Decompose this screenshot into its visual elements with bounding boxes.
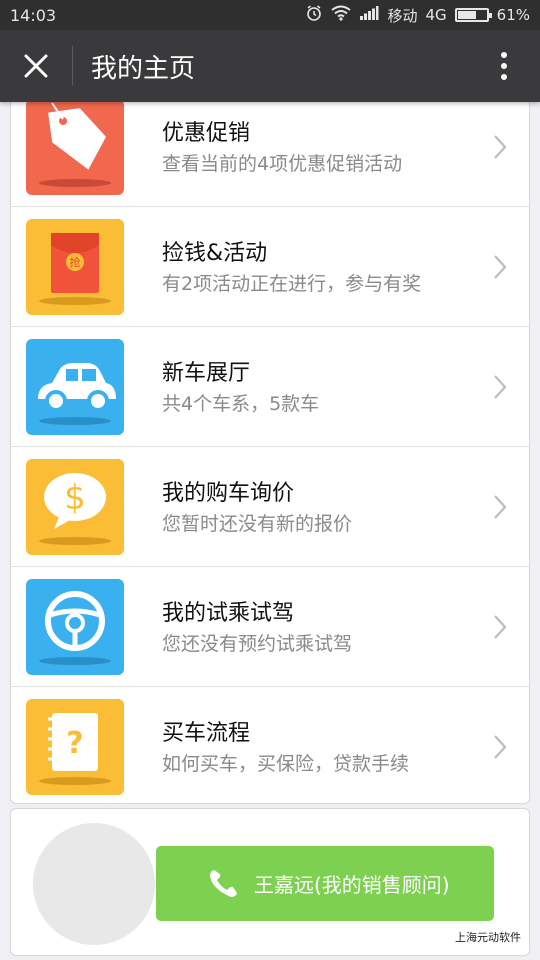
call-consultant-button[interactable]: 王嘉远(我的销售顾问) <box>156 846 494 921</box>
phone-icon <box>210 869 237 897</box>
steering-wheel-icon <box>26 579 124 675</box>
alarm-icon <box>305 4 323 26</box>
list-item-promotions[interactable]: 优惠促销 查看当前的4项优惠促销活动 <box>11 87 529 207</box>
more-vert-icon <box>501 52 507 80</box>
car-icon <box>26 339 124 435</box>
close-button[interactable] <box>0 30 72 102</box>
page-title: 我的主页 <box>91 53 196 84</box>
item-title: 买车流程 <box>162 721 251 746</box>
item-subtitle: 您还没有预约试乘试驾 <box>162 633 353 655</box>
list-item-test-drive[interactable]: 我的试乘试驾 您还没有预约试乘试驾 <box>11 567 529 687</box>
menu-list: 优惠促销 查看当前的4项优惠促销活动 抢 捡钱&活动 有2项活动正在进行，参与有… <box>10 86 530 804</box>
chevron-right-icon <box>494 375 507 399</box>
chevron-right-icon <box>494 135 507 159</box>
battery-label: 61% <box>496 6 530 24</box>
call-button-label: 王嘉远(我的销售顾问) <box>254 873 450 897</box>
envelope-char: 抢 <box>70 255 81 269</box>
carrier-label: 移动 <box>387 6 418 25</box>
list-item-buying-process[interactable]: ? 买车流程 如何买车，买保险，贷款手续 <box>11 687 529 803</box>
chevron-right-icon <box>494 495 507 519</box>
chevron-right-icon <box>494 735 507 759</box>
status-bar: 14:03 移动 4G 61% <box>0 0 540 30</box>
app-bar: 我的主页 <box>0 30 540 102</box>
app-bar-divider <box>72 46 73 86</box>
item-title: 新车展厅 <box>162 361 251 386</box>
consultant-card: 王嘉远(我的销售顾问) 上海元动软件 <box>10 808 530 956</box>
battery-icon <box>454 8 492 22</box>
footer-credit: 上海元动软件 <box>455 931 521 944</box>
item-subtitle: 有2项活动正在进行，参与有奖 <box>162 273 422 295</box>
red-envelope-icon: 抢 <box>26 219 124 315</box>
signal-icon <box>359 6 379 24</box>
item-title: 我的购车询价 <box>162 481 295 506</box>
list-item-inquiry[interactable]: $ 我的购车询价 您暂时还没有新的报价 <box>11 447 529 567</box>
price-tag-icon <box>26 99 124 195</box>
question-book-icon: ? <box>26 699 124 795</box>
item-title: 优惠促销 <box>162 121 251 146</box>
list-item-activities[interactable]: 抢 捡钱&活动 有2项活动正在进行，参与有奖 <box>11 207 529 327</box>
chevron-right-icon <box>494 615 507 639</box>
avatar[interactable] <box>33 823 155 945</box>
item-subtitle: 共4个车系，5款车 <box>162 393 320 415</box>
chevron-right-icon <box>494 255 507 279</box>
dollar-bubble-icon: $ <box>26 459 124 555</box>
item-title: 我的试乘试驾 <box>162 601 295 626</box>
status-time: 14:03 <box>10 5 57 25</box>
more-menu-button[interactable] <box>468 30 540 102</box>
svg-text:$: $ <box>64 478 86 518</box>
item-subtitle: 如何买车，买保险，贷款手续 <box>162 753 410 775</box>
svg-text:?: ? <box>66 726 83 761</box>
wifi-icon <box>331 5 352 25</box>
list-item-showroom[interactable]: 新车展厅 共4个车系，5款车 <box>11 327 529 447</box>
item-title: 捡钱&活动 <box>162 241 268 266</box>
network-label: 4G <box>425 6 447 24</box>
close-icon <box>24 54 48 78</box>
item-subtitle: 查看当前的4项优惠促销活动 <box>162 153 403 175</box>
item-subtitle: 您暂时还没有新的报价 <box>162 513 353 535</box>
